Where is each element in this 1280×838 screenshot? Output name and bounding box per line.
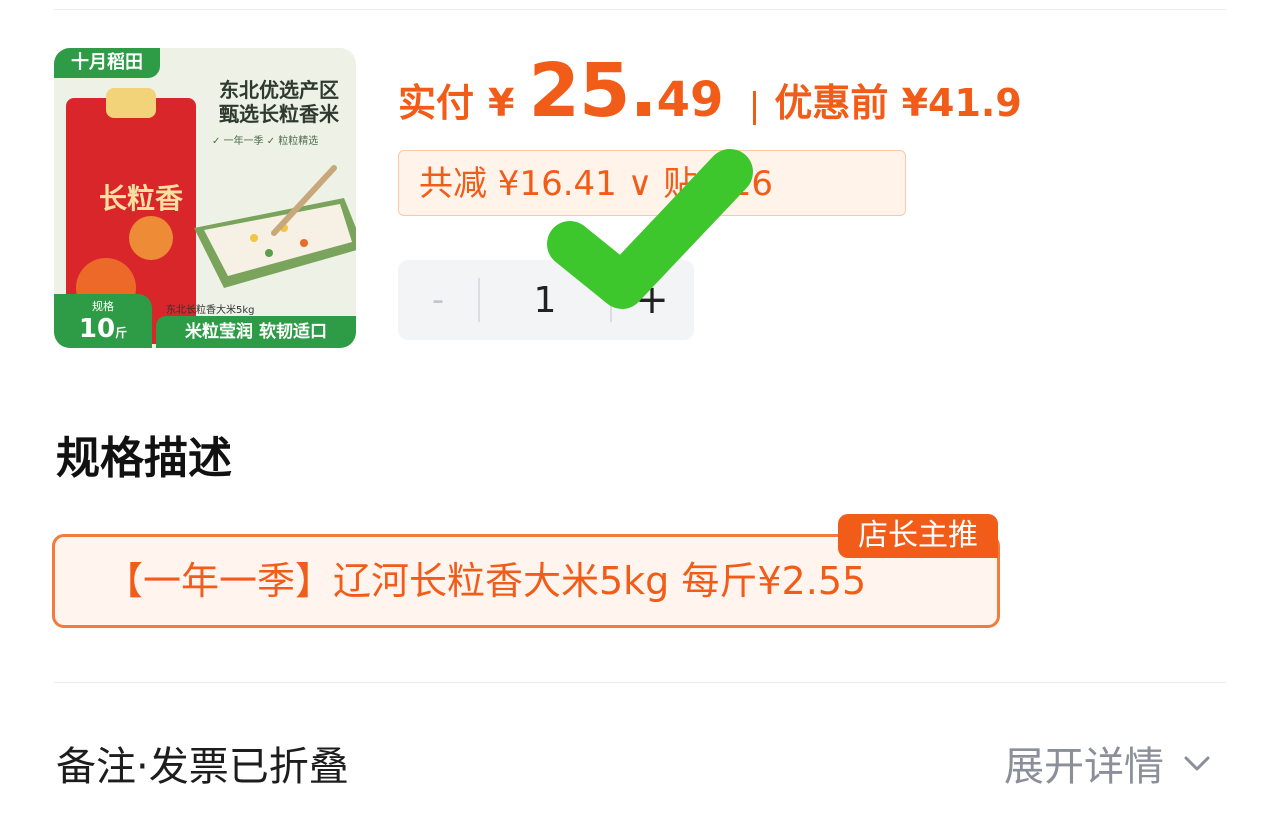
bag-text: 长粒香 <box>99 182 183 215</box>
price-decimal: 49 <box>656 72 724 128</box>
product-image[interactable]: 十月稻田 长粒香 东北优选产区 甄选长粒香米 ✓ 一年一季 ✓ 粒粒精选 规格 … <box>54 48 356 348</box>
currency-symbol: ¥ <box>488 81 515 125</box>
rice-bowl-illustration <box>194 165 356 288</box>
remark-invoice-label: 备注·发票已折叠 <box>56 744 349 790</box>
top-divider <box>54 9 1226 10</box>
expand-details-label: 展开详情 <box>1004 744 1164 790</box>
recommend-badge: 店长主推 <box>838 514 998 558</box>
price-integer: 25. <box>528 48 657 134</box>
chevron-down-icon <box>1184 756 1210 771</box>
price-row: 实付 ¥ 25. 49 优惠前 ¥41.9 <box>398 48 1022 148</box>
spec-section-title: 规格描述 <box>56 433 232 484</box>
spec-badge-value: 10斤 <box>78 314 128 344</box>
headline-line-1: 东北优选产区 <box>219 78 339 102</box>
checkmark-icon <box>547 149 753 309</box>
bag-caption: 东北长粒香大米5kg <box>166 305 255 316</box>
product-headline: 东北优选产区 甄选长粒香米 <box>204 78 354 126</box>
spec-badge-label: 规格 <box>92 300 114 313</box>
price-separator <box>753 91 757 125</box>
headline-line-2: 甄选长粒香米 <box>219 102 339 126</box>
section-divider <box>54 682 1226 683</box>
decrease-button[interactable]: - <box>398 280 478 320</box>
pay-label: 实付 <box>398 81 475 125</box>
spec-badge: 规格 10斤 <box>54 294 152 348</box>
product-slogan: 米粒莹润 软韧适口 <box>156 316 356 348</box>
product-features: ✓ 一年一季 ✓ 粒粒精选 <box>212 136 319 147</box>
original-price: 优惠前 ¥41.9 <box>774 81 1022 125</box>
expand-details-button[interactable]: 展开详情 <box>1004 734 1214 792</box>
brand-logo: 十月稻田 <box>54 48 160 78</box>
